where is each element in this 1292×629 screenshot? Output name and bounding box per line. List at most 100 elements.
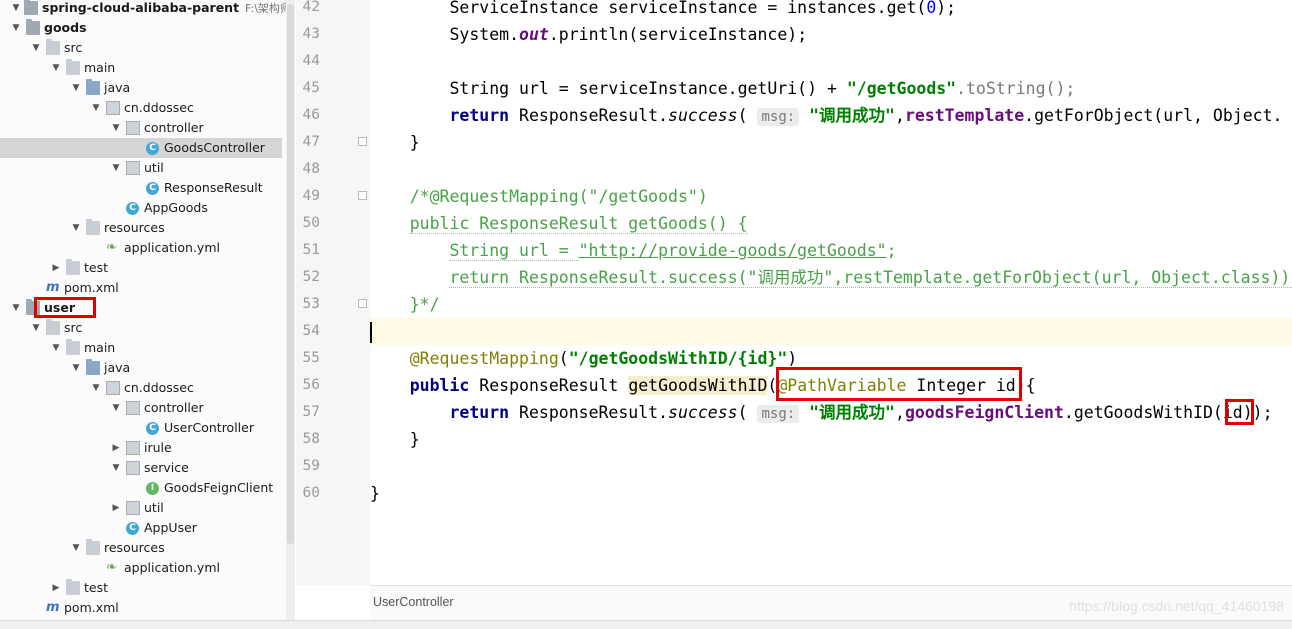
package-icon xyxy=(106,381,120,395)
chevron-down-icon[interactable]: ▼ xyxy=(50,58,62,78)
tree-item-label: resources xyxy=(104,220,165,235)
tree-item-label: java xyxy=(104,80,131,95)
chevron-down-icon[interactable]: ▼ xyxy=(10,0,22,18)
code-line-51[interactable]: String url = "http://provide-goods/getGo… xyxy=(370,237,1292,264)
code-line-52[interactable]: return ResponseResult.success("调用成功",res… xyxy=(370,264,1292,291)
tree-item[interactable]: ▼ java xyxy=(0,78,286,98)
chevron-down-icon[interactable]: ▼ xyxy=(50,338,62,358)
tree-item[interactable]: ▼ main xyxy=(0,338,286,358)
tree-item[interactable]: C ResponseResult xyxy=(0,178,286,198)
chevron-down-icon[interactable]: ▼ xyxy=(70,218,82,238)
chevron-right-icon[interactable]: ▶ xyxy=(50,578,62,598)
tree-item[interactable]: m pom.xml xyxy=(0,278,286,298)
code-line-47[interactable]: } xyxy=(370,129,1292,156)
chevron-down-icon[interactable]: ▼ xyxy=(70,358,82,378)
tree-scrollbar-thumb[interactable] xyxy=(287,4,294,544)
breadcrumb-class[interactable]: UserController xyxy=(373,595,454,609)
folder-icon xyxy=(66,339,80,355)
tree-item[interactable]: ▼ resources xyxy=(0,538,286,558)
tree-item[interactable]: ▶ irule xyxy=(0,438,286,458)
code-editor[interactable]: 42 43 44 45 46 47 48 49 50 51 52 53 54 55 56 57 58 59 60 S… xyxy=(296,0,1292,628)
code-line-49[interactable]: /*@RequestMapping("/getGoods") xyxy=(370,183,1292,210)
chevron-down-icon[interactable]: ▼ xyxy=(10,298,22,318)
tree-item-label: util xyxy=(144,500,164,515)
line-number: 60 xyxy=(302,485,320,501)
code-line-50[interactable]: public ResponseResult getGoods() { xyxy=(370,210,1292,237)
package-icon xyxy=(126,501,140,515)
tree-item[interactable]: ▼ controller xyxy=(0,118,286,138)
fold-marker-icon[interactable] xyxy=(358,137,367,146)
text-caret xyxy=(370,322,372,343)
line-number: 46 xyxy=(302,107,320,123)
tree-item[interactable]: ▼ resources xyxy=(0,218,286,238)
chevron-down-icon[interactable]: ▼ xyxy=(110,458,122,478)
line-number: 57 xyxy=(302,404,320,420)
resources-folder-icon xyxy=(86,539,100,555)
code-line-42[interactable]: ServiceInstance serviceInstance = instan… xyxy=(370,0,1292,21)
line-number: 58 xyxy=(302,431,320,447)
code-line-55[interactable]: @RequestMapping("/getGoodsWithID/{id}") xyxy=(370,345,1292,372)
tree-item[interactable]: ▶ util xyxy=(0,498,286,518)
code-line-56[interactable]: public ResponseResult getGoodsWithID(@Pa… xyxy=(370,372,1292,399)
tree-item[interactable]: I GoodsFeignClient xyxy=(0,478,286,498)
root-project-name: spring-cloud-alibaba-parent xyxy=(42,0,240,15)
code-line-43[interactable]: System.out.println(serviceInstance); xyxy=(370,21,1292,48)
tree-item[interactable]: C AppGoods xyxy=(0,198,286,218)
tree-item[interactable]: ▼ controller xyxy=(0,398,286,418)
tree-item[interactable]: ▶ test xyxy=(0,578,286,598)
line-number: 48 xyxy=(302,161,320,177)
tree-item-label: GoodsFeignClient xyxy=(164,480,274,495)
tree-item[interactable]: ▼ user xyxy=(0,298,286,318)
chevron-down-icon[interactable]: ▼ xyxy=(30,38,42,58)
tree-scrollbar[interactable] xyxy=(286,0,295,628)
tree-item[interactable]: ▼ service xyxy=(0,458,286,478)
spring-boot-class-icon: C xyxy=(126,202,139,215)
tree-item[interactable]: C AppUser xyxy=(0,518,286,538)
line-number: 43 xyxy=(302,26,320,42)
code-line-57[interactable]: return ResponseResult.success( msg: "调用成… xyxy=(370,399,1292,426)
class-icon: C xyxy=(146,182,159,195)
chevron-down-icon[interactable]: ▼ xyxy=(70,538,82,558)
source-folder-icon xyxy=(86,79,100,95)
tree-root-row[interactable]: ▼ spring-cloud-alibaba-parent F:\架构师\02- xyxy=(0,0,286,18)
tree-item[interactable]: ▼ goods xyxy=(0,18,286,38)
tree-item[interactable]: ▼ cn.ddossec xyxy=(0,378,286,398)
line-number: 45 xyxy=(302,80,320,96)
line-number: 55 xyxy=(302,350,320,366)
tree-item[interactable]: ❧ application.yml xyxy=(0,558,286,578)
tree-item[interactable]: ❧ application.yml xyxy=(0,238,286,258)
chevron-down-icon[interactable]: ▼ xyxy=(110,398,122,418)
tree-item[interactable]: ▶ test xyxy=(0,258,286,278)
fold-marker-icon[interactable] xyxy=(358,191,367,200)
line-number: 44 xyxy=(302,53,320,69)
tree-item[interactable]: C UserController xyxy=(0,418,286,438)
chevron-right-icon[interactable]: ▶ xyxy=(110,438,122,458)
chevron-down-icon[interactable]: ▼ xyxy=(30,318,42,338)
tree-item[interactable]: ▼ util xyxy=(0,158,286,178)
tree-item[interactable]: C GoodsController xyxy=(0,138,282,158)
tree-item-label: irule xyxy=(144,440,172,455)
code-line-58[interactable]: } xyxy=(370,426,1292,453)
maven-icon: m xyxy=(46,280,60,295)
fold-marker-icon[interactable] xyxy=(358,299,367,308)
chevron-down-icon[interactable]: ▼ xyxy=(110,158,122,178)
code-line-46[interactable]: return ResponseResult.success( msg: "调用成… xyxy=(370,102,1292,129)
tree-item[interactable]: m pom.xml xyxy=(0,598,286,618)
tree-item[interactable]: ▼ cn.ddossec xyxy=(0,98,286,118)
tree-item[interactable]: ▼ java xyxy=(0,358,286,378)
chevron-down-icon[interactable]: ▼ xyxy=(90,378,102,398)
chevron-right-icon[interactable]: ▶ xyxy=(50,258,62,278)
tree-item-label: test xyxy=(84,580,109,595)
code-line-54-current[interactable] xyxy=(370,318,1292,345)
code-line-45[interactable]: String url = serviceInstance.getUri() + … xyxy=(370,75,1292,102)
tree-item[interactable]: ▼ main xyxy=(0,58,286,78)
tree-item[interactable]: ▼ src xyxy=(0,38,286,58)
chevron-down-icon[interactable]: ▼ xyxy=(110,118,122,138)
chevron-down-icon[interactable]: ▼ xyxy=(90,98,102,118)
code-line-60[interactable]: } xyxy=(370,480,1292,507)
code-line-53[interactable]: }*/ xyxy=(370,291,1292,318)
chevron-down-icon[interactable]: ▼ xyxy=(10,18,22,38)
chevron-right-icon[interactable]: ▶ xyxy=(110,498,122,518)
chevron-down-icon[interactable]: ▼ xyxy=(70,78,82,98)
tree-item[interactable]: ▼ src xyxy=(0,318,286,338)
